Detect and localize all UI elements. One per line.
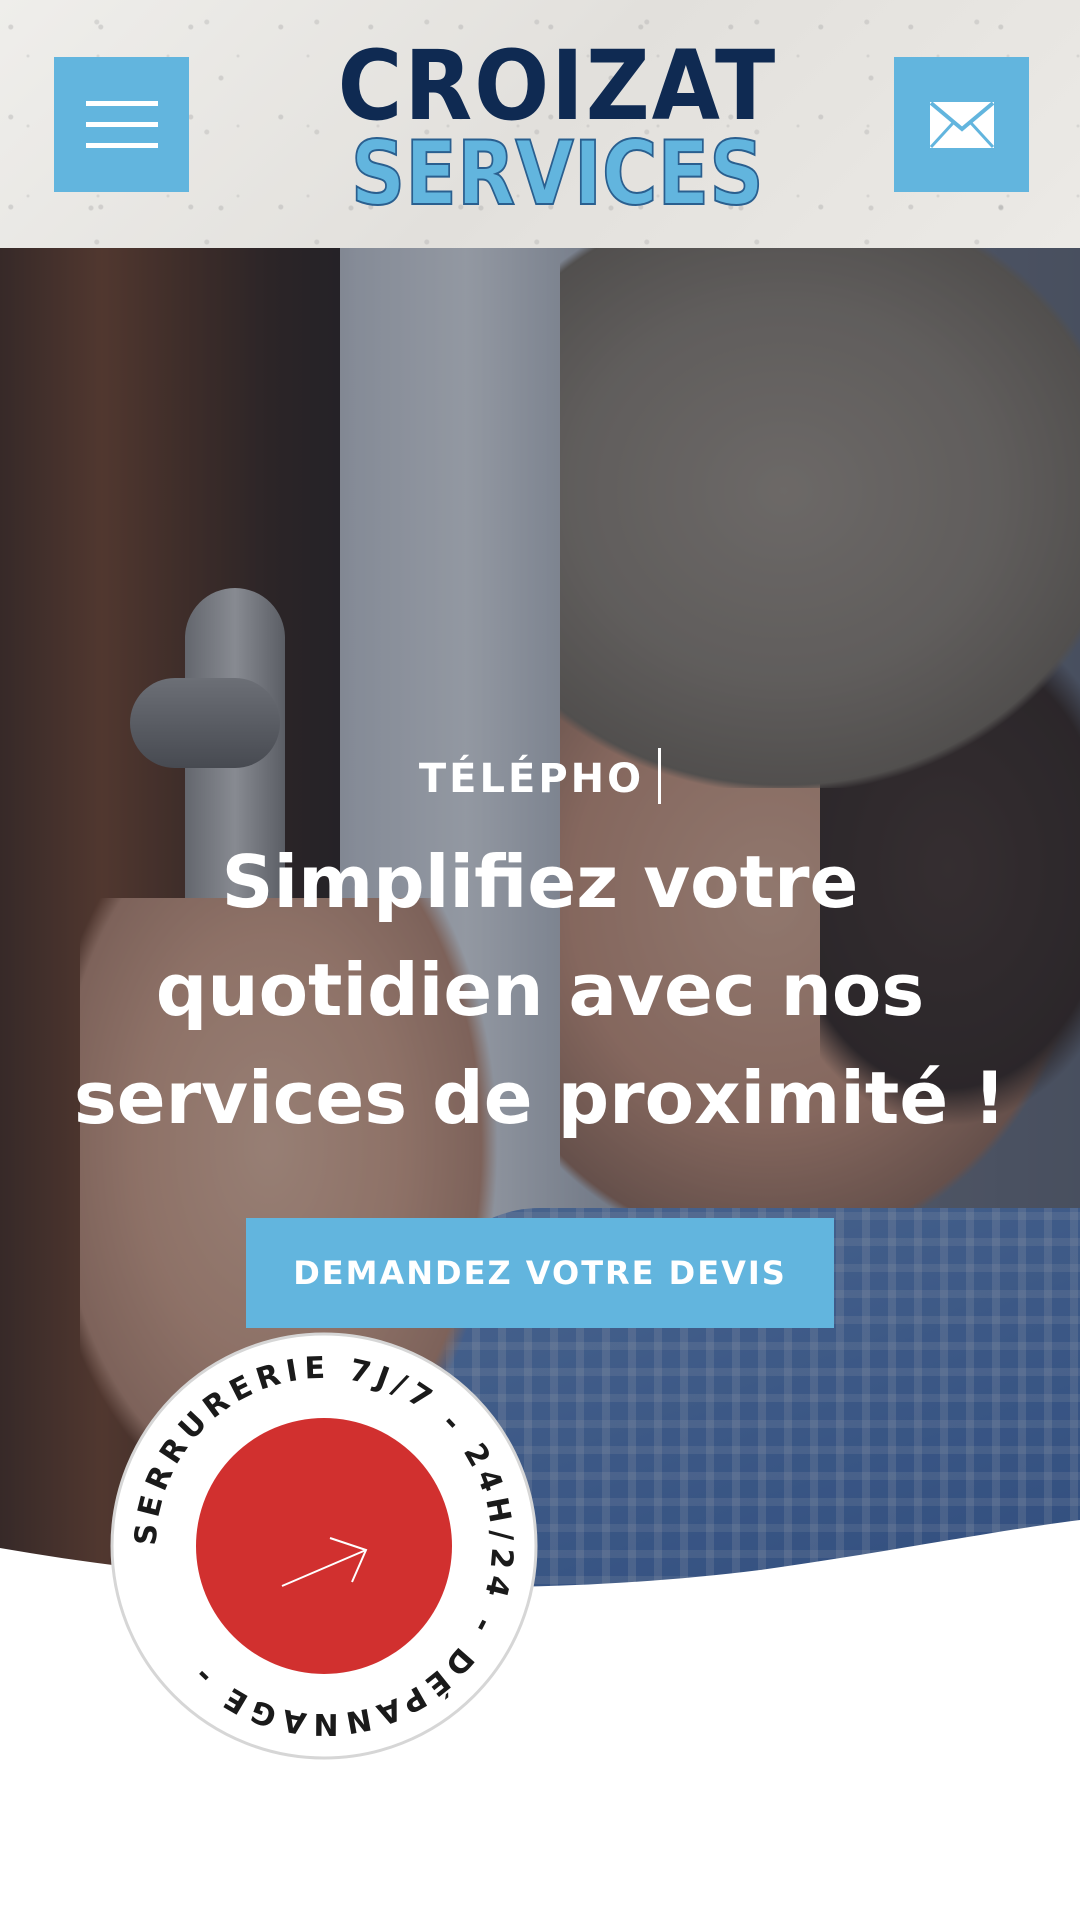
site-logo[interactable]: CROIZAT SERVICES xyxy=(320,30,778,219)
headline-line: services de proximité ! xyxy=(73,1056,1007,1140)
hero-eyebrow-text: TÉLÉPHO xyxy=(418,756,645,802)
request-quote-button[interactable]: DEMANDEZ VOTRE DEVIS xyxy=(246,1218,834,1328)
menu-bar xyxy=(85,101,158,106)
logo-text-secondary: SERVICES xyxy=(350,122,765,225)
menu-button[interactable] xyxy=(54,57,189,192)
logo-text-primary: CROIZAT xyxy=(337,30,778,142)
badge-red-circle xyxy=(196,1418,452,1674)
headline-line: quotidien avec nos xyxy=(155,948,925,1032)
typing-caret xyxy=(658,748,662,804)
contact-mail-button[interactable] xyxy=(894,57,1029,192)
headline-line: Simplifiez votre xyxy=(221,840,859,924)
service-badge[interactable]: SERRURERIE 7J/7 - 24H/24 - DÉPANNAGE - xyxy=(108,1330,540,1762)
hero-eyebrow: TÉLÉPHO xyxy=(0,748,1080,804)
menu-bar xyxy=(85,122,158,127)
envelope-icon xyxy=(929,100,994,148)
hero-headline: Simplifiez votre quotidien avec nos serv… xyxy=(60,828,1020,1152)
menu-bar xyxy=(85,143,158,148)
site-header: CROIZAT SERVICES xyxy=(0,0,1080,248)
